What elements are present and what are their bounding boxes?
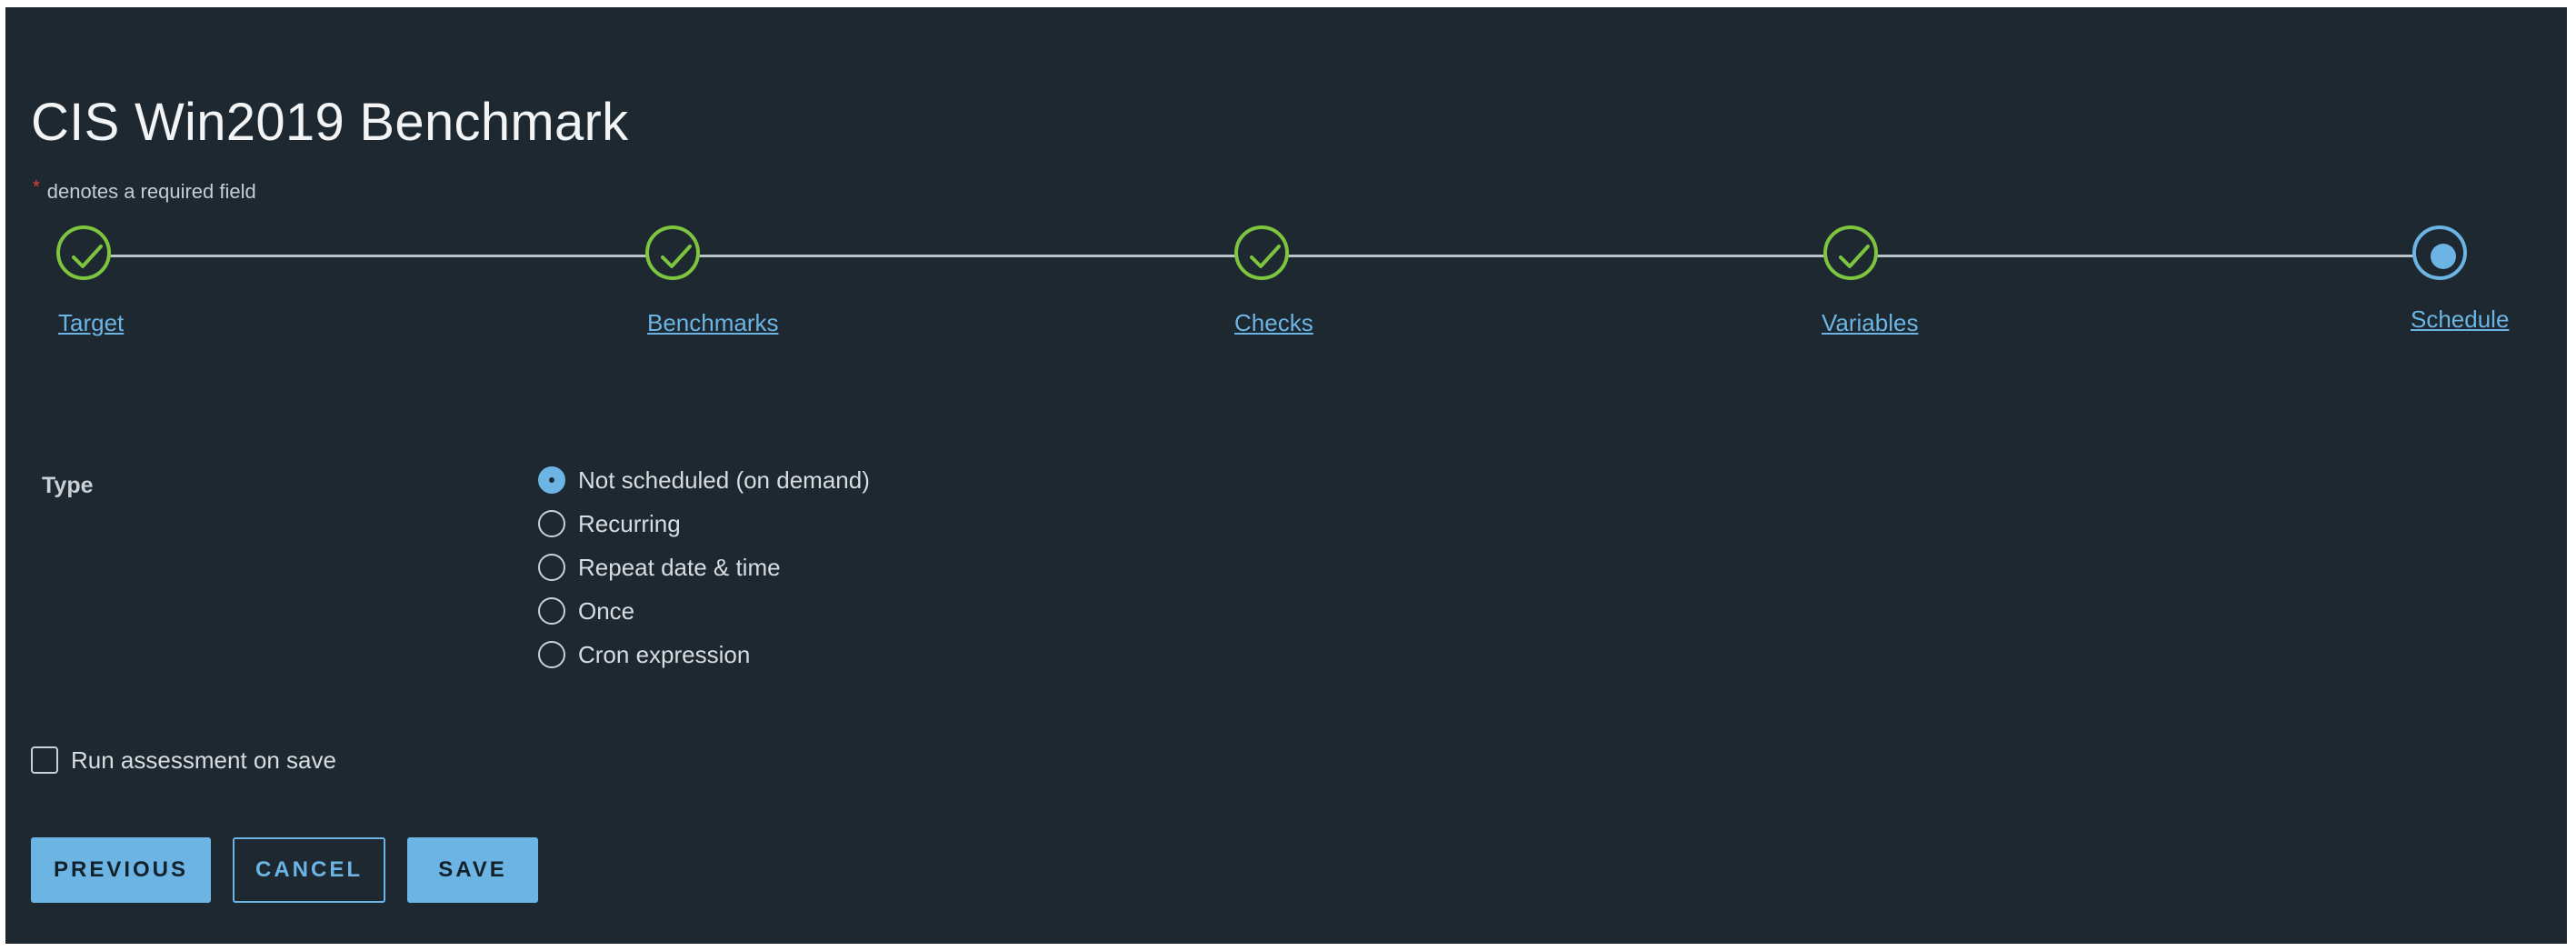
current-step-dot [2431,244,2456,269]
radio-label: Not scheduled (on demand) [578,465,870,494]
radio-button[interactable] [538,641,565,668]
radio-option-cron-expression[interactable]: Cron expression [538,638,750,671]
step-label-benchmarks[interactable]: Benchmarks [647,309,779,337]
type-field-label: Type [42,473,94,498]
radio-label: Repeat date & time [578,553,781,581]
check-icon [1234,225,1289,280]
radio-button[interactable] [538,554,565,581]
run-on-save-label: Run assessment on save [71,746,336,774]
check-icon [56,225,111,280]
current-step-dot-icon [2412,225,2467,280]
required-note-text: denotes a required field [46,180,256,203]
save-button[interactable]: SAVE [407,837,538,903]
radio-button-selected[interactable] [538,466,565,494]
step-label-target[interactable]: Target [58,309,124,337]
run-on-save-option[interactable]: Run assessment on save [31,744,336,776]
run-on-save-checkbox[interactable] [31,746,58,774]
wizard-panel: CIS Win2019 Benchmark * denotes a require… [5,7,2567,944]
step-label-variables[interactable]: Variables [1822,309,1918,337]
radio-button[interactable] [538,510,565,537]
radio-option-recurring[interactable]: Recurring [538,507,681,540]
step-label-checks[interactable]: Checks [1234,309,1313,337]
radio-label: Once [578,596,635,625]
page-title: CIS Win2019 Benchmark [31,93,629,152]
previous-button[interactable]: PREVIOUS [31,837,211,903]
required-field-note: * denotes a required field [33,177,256,204]
radio-option-once[interactable]: Once [538,595,634,627]
radio-option-not-scheduled[interactable]: Not scheduled (on demand) [538,464,870,496]
required-marker: * [33,177,40,197]
check-icon [1823,225,1878,280]
radio-option-repeat-date-time[interactable]: Repeat date & time [538,551,781,584]
check-icon [645,225,700,280]
cancel-button[interactable]: CANCEL [233,837,385,903]
step-label-schedule[interactable]: Schedule [2411,305,2509,334]
radio-label: Cron expression [578,640,751,668]
radio-button[interactable] [538,597,565,625]
radio-label: Recurring [578,509,681,537]
